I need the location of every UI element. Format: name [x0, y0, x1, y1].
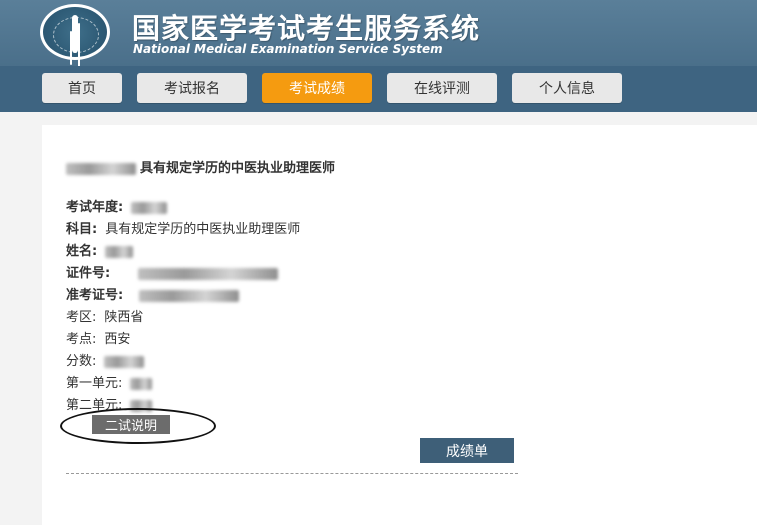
field-score: 分数: [66, 350, 145, 369]
dashed-divider [66, 473, 518, 474]
field-unit-one: 第一单元: [66, 372, 153, 391]
field-exam-site: 考点: 西安 [66, 332, 131, 347]
redacted-block [131, 201, 168, 214]
tab-personal-info[interactable]: 个人信息 [512, 73, 622, 103]
tab-exam-results[interactable]: 考试成绩 [262, 73, 372, 103]
site-subtitle: National Medical Examination Service Sys… [133, 42, 443, 56]
field-unit-two: 第二单元: [66, 394, 153, 413]
field-name: 姓名: [66, 240, 134, 259]
redacted-block [66, 162, 136, 175]
redacted-block [138, 267, 279, 280]
field-exam-region: 考区: 陕西省 [66, 310, 144, 325]
field-subject: 科目: 具有规定学历的中医执业助理医师 [66, 222, 301, 237]
main-nav: 首页 考试报名 考试成绩 在线评测 个人信息 [0, 66, 757, 112]
field-admission-number: 准考证号: [66, 284, 240, 303]
emblem-logo-icon [40, 4, 110, 60]
site-title: 国家医学考试考生服务系统 [132, 12, 481, 45]
tab-online-assessment[interactable]: 在线评测 [387, 73, 497, 103]
site-header: 国家医学考试考生服务系统 National Medical Examinatio… [0, 0, 757, 67]
result-card [42, 125, 757, 525]
second-exam-explanation-button[interactable]: 二试说明 [92, 415, 170, 434]
score-report-button[interactable]: 成绩单 [420, 438, 514, 463]
field-exam-year: 考试年度: [66, 196, 168, 215]
redacted-block [105, 245, 134, 258]
redacted-block [130, 377, 153, 390]
page-gutter [0, 112, 42, 513]
redacted-block [139, 289, 240, 302]
tab-exam-registration[interactable]: 考试报名 [137, 73, 247, 103]
redacted-block [104, 355, 145, 368]
redacted-block [130, 399, 153, 412]
tab-home[interactable]: 首页 [42, 73, 122, 103]
result-subject-title: 具有规定学历的中医执业助理医师 [66, 157, 335, 176]
field-id-number: 证件号: [66, 262, 279, 281]
